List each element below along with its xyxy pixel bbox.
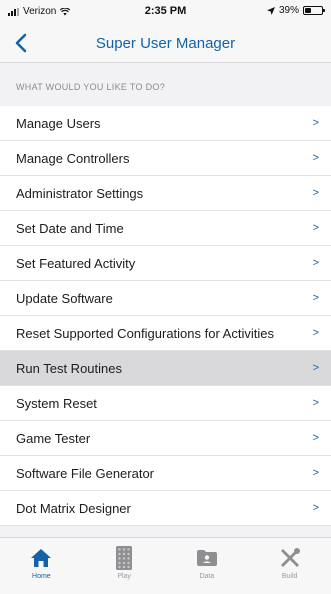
folder-icon [195, 546, 219, 570]
tools-icon [278, 546, 302, 570]
chevron-right-icon: > [312, 257, 319, 269]
menu-item-label: Manage Users [16, 115, 101, 131]
tab-label: Build [281, 573, 298, 580]
tab-bar: Home Play Data Build [0, 537, 331, 594]
status-bar: Verizon 2:35 PM 39% [0, 0, 331, 24]
menu-item-label: Administrator Settings [16, 185, 144, 201]
menu-item-administrator-settings[interactable]: Administrator Settings > [0, 176, 331, 211]
menu-item-software-file-generator[interactable]: Software File Generator > [0, 456, 331, 491]
chevron-right-icon: > [312, 152, 319, 164]
tab-label: Data [199, 573, 215, 580]
location-arrow-icon [266, 6, 275, 15]
dot-matrix-icon [112, 546, 136, 570]
chevron-right-icon: > [312, 327, 319, 339]
chevron-right-icon: > [312, 117, 319, 129]
menu-item-label: Set Date and Time [16, 220, 124, 236]
menu-item-set-date-and-time[interactable]: Set Date and Time > [0, 211, 331, 246]
tab-label: Play [117, 573, 131, 580]
home-icon [29, 546, 53, 570]
chevron-right-icon: > [312, 187, 319, 199]
menu-item-label: Set Featured Activity [16, 255, 136, 271]
tab-build[interactable]: Build [248, 538, 331, 594]
page-title: Super User Manager [95, 35, 236, 52]
menu-item-label: Reset Supported Configurations for Activ… [16, 325, 274, 341]
chevron-right-icon: > [312, 397, 319, 409]
menu-item-set-featured-activity[interactable]: Set Featured Activity > [0, 246, 331, 281]
chevron-right-icon: > [312, 432, 319, 444]
menu-item-update-software[interactable]: Update Software > [0, 281, 331, 316]
menu-item-game-tester[interactable]: Game Tester > [0, 421, 331, 456]
menu-item-manage-users[interactable]: Manage Users > [0, 106, 331, 141]
chevron-right-icon: > [312, 362, 319, 374]
menu-item-run-test-routines[interactable]: Run Test Routines > [0, 351, 331, 386]
chevron-right-icon: > [312, 502, 319, 514]
section-header: WHAT WOULD YOU LIKE TO DO? [16, 82, 165, 92]
chevron-right-icon: > [312, 292, 319, 304]
navigation-bar: Super User Manager [0, 24, 331, 63]
menu-item-label: Game Tester [16, 430, 91, 446]
battery-status: 39% [266, 5, 325, 16]
menu-item-reset-supported-configurations[interactable]: Reset Supported Configurations for Activ… [0, 316, 331, 351]
tab-home[interactable]: Home [0, 538, 83, 594]
menu-item-label: Update Software [16, 290, 113, 306]
menu-item-label: Dot Matrix Designer [16, 500, 131, 516]
menu-item-label: Software File Generator [16, 465, 155, 481]
menu-list: Manage Users > Manage Controllers > Admini… [0, 106, 331, 526]
tab-play[interactable]: Play [83, 538, 166, 594]
menu-item-label: Run Test Routines [16, 360, 122, 376]
menu-item-dot-matrix-designer[interactable]: Dot Matrix Designer > [0, 491, 331, 526]
menu-item-label: System Reset [16, 395, 97, 411]
chevron-right-icon: > [312, 467, 319, 479]
tab-label: Home [32, 573, 51, 580]
menu-item-label: Manage Controllers [16, 150, 130, 166]
battery-icon [303, 6, 325, 15]
menu-item-manage-controllers[interactable]: Manage Controllers > [0, 141, 331, 176]
menu-item-system-reset[interactable]: System Reset > [0, 386, 331, 421]
chevron-right-icon: > [312, 222, 319, 234]
tab-data[interactable]: Data [166, 538, 249, 594]
battery-percent: 39% [278, 5, 299, 16]
